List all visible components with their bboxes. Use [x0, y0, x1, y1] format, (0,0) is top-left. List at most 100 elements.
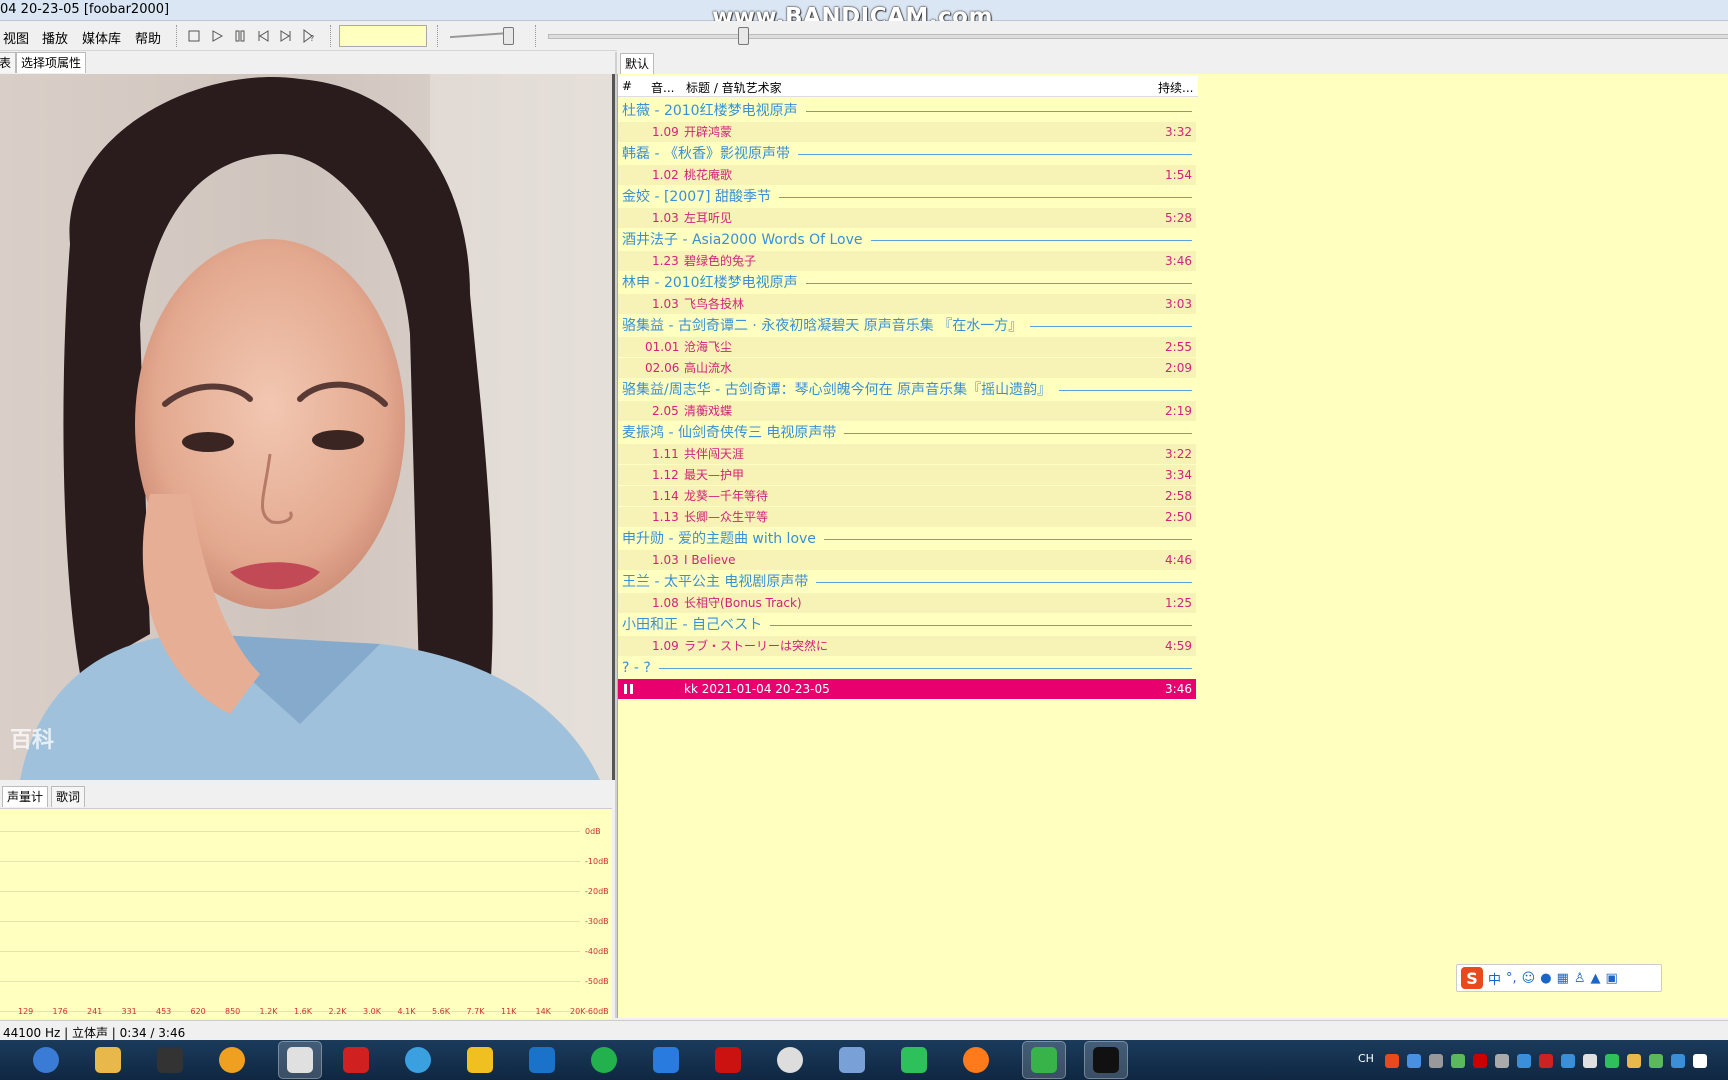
playlist-group-header[interactable]: 小田和正 - 自己ベスト: [618, 614, 1196, 636]
playlist-group-header[interactable]: 骆集益/周志华 - 古剑奇谭：琴心剑魄今何在 原声音乐集『摇山遗韵』: [618, 379, 1196, 401]
ime-mode-toggle[interactable]: 中: [1488, 969, 1501, 988]
playlist-row[interactable]: 1.03 左耳听见 5:28: [618, 208, 1196, 228]
menu-view[interactable]: 视图: [3, 28, 29, 47]
tray-icon[interactable]: [1495, 1054, 1509, 1068]
playlist-row[interactable]: 1.09 开辟鸿蒙 3:32: [618, 122, 1196, 142]
emoji-icon[interactable]: ☺: [1522, 971, 1536, 986]
grid-icon[interactable]: ▣: [1606, 971, 1618, 986]
playlist-row[interactable]: 1.02 桃花庵歌 1:54: [618, 165, 1196, 185]
playlist-group-header[interactable]: ? - ?: [618, 657, 1196, 679]
playlist-group-header[interactable]: 林申 - 2010红楼梦电视原声: [618, 272, 1196, 294]
playlist-row[interactable]: 01.01 沧海飞尘 2:55: [618, 337, 1196, 357]
tray-icon[interactable]: [1407, 1054, 1421, 1068]
iqiyi-icon[interactable]: [588, 1044, 620, 1076]
tray-icon[interactable]: [1583, 1054, 1597, 1068]
playlist-group-header[interactable]: 王兰 - 太平公主 电视剧原声带: [618, 571, 1196, 593]
playlist-group-header[interactable]: 杜薇 - 2010红楼梦电视原声: [618, 100, 1196, 122]
playlist-group-header[interactable]: 申升勋 - 爱的主题曲 with love: [618, 528, 1196, 550]
360-browser-icon[interactable]: [1022, 1041, 1066, 1079]
bandicam-record-icon[interactable]: [1084, 1041, 1128, 1079]
playlist-row[interactable]: 1.03 飞鸟各投林 3:03: [618, 294, 1196, 314]
tray-icon[interactable]: [1429, 1054, 1443, 1068]
tab-vu-meter[interactable]: 声量计: [2, 786, 49, 807]
playlist-row-now-playing[interactable]: kk 2021-01-04 20-23-05 3:46: [618, 679, 1196, 699]
next-button[interactable]: [277, 27, 295, 45]
microphone-icon[interactable]: ●: [1540, 971, 1551, 986]
sogou-ime-icon[interactable]: S: [1461, 967, 1483, 989]
tray-language[interactable]: CH: [1358, 1052, 1374, 1065]
player-icon[interactable]: [464, 1044, 496, 1076]
playlist-group-header[interactable]: 金姣 - [2007] 甜酸季节: [618, 186, 1196, 208]
feather-icon[interactable]: [836, 1044, 868, 1076]
tab-list[interactable]: 表: [0, 52, 17, 73]
playlist-row[interactable]: 1.03 I Believe 4:46: [618, 550, 1196, 570]
tray-icon[interactable]: [1671, 1054, 1685, 1068]
play-button[interactable]: [208, 27, 226, 45]
play-store-icon[interactable]: [898, 1044, 930, 1076]
skin-icon[interactable]: ▲: [1591, 971, 1601, 986]
menu-playback[interactable]: 播放: [42, 28, 68, 47]
previous-button[interactable]: [254, 27, 272, 45]
ime-punct-toggle[interactable]: °,: [1506, 971, 1517, 986]
track-duration: 1:54: [1165, 168, 1192, 182]
playlist-row[interactable]: 1.11 共伴闯天涯 3:22: [618, 444, 1196, 464]
playlist-group-header[interactable]: 韩磊 - 《秋香》影视原声带: [618, 143, 1196, 165]
alien-app-icon[interactable]: [278, 1041, 322, 1079]
flash-icon[interactable]: [712, 1044, 744, 1076]
tray-icon[interactable]: [1627, 1054, 1641, 1068]
column-header-title-artist[interactable]: 标题 / 音轨艺术家: [686, 79, 782, 96]
playlist-row[interactable]: 1.23 碧绿色的兔子 3:46: [618, 251, 1196, 271]
random-button[interactable]: ?: [300, 27, 318, 45]
keyboard-icon[interactable]: ▦: [1557, 971, 1569, 986]
tray-icon[interactable]: [1605, 1054, 1619, 1068]
tray-icon[interactable]: [1451, 1054, 1465, 1068]
frequency-label: 850: [225, 1007, 241, 1016]
stop-button[interactable]: [185, 27, 203, 45]
headphones-icon[interactable]: [216, 1044, 248, 1076]
playlist-group-header[interactable]: 骆集益 - 古剑奇谭二 · 永夜初晗凝碧天 原声音乐集 『在水一方』: [618, 315, 1196, 337]
media-player-321-icon[interactable]: [154, 1044, 186, 1076]
menu-help[interactable]: 帮助: [135, 28, 161, 47]
tray-icon[interactable]: [1517, 1054, 1531, 1068]
tray-icon[interactable]: [1385, 1054, 1399, 1068]
firefox-icon[interactable]: [960, 1044, 992, 1076]
tray-icon[interactable]: [1473, 1054, 1487, 1068]
user-icon[interactable]: ♙: [1574, 971, 1586, 986]
app-1-icon[interactable]: [526, 1044, 558, 1076]
playlist-view[interactable]: # 音... 标题 / 音轨艺术家 持续... 杜薇 - 2010红楼梦电视原声…: [617, 74, 1728, 1018]
volume-slider-thumb[interactable]: [503, 27, 514, 45]
track-number: 02.06: [645, 361, 680, 375]
chrome-icon[interactable]: [774, 1044, 806, 1076]
search-input[interactable]: [339, 25, 427, 47]
playlist-group-header[interactable]: 麦振鸿 - 仙剑奇侠传三 电视原声带: [618, 422, 1196, 444]
random-icon: ?: [303, 29, 314, 43]
netease-music-icon[interactable]: [340, 1044, 372, 1076]
browser-icon[interactable]: [402, 1044, 434, 1076]
file-explorer-icon[interactable]: [92, 1044, 124, 1076]
tab-selection-properties[interactable]: 选择项属性: [16, 52, 87, 73]
seek-bar-thumb[interactable]: [738, 27, 749, 45]
column-header-index[interactable]: #: [622, 79, 632, 93]
menu-library[interactable]: 媒体库: [82, 28, 121, 47]
playlist-row[interactable]: 2.05 清蘅戏蝶 2:19: [618, 401, 1196, 421]
tray-icon[interactable]: [1693, 1054, 1707, 1068]
tray-icon[interactable]: [1561, 1054, 1575, 1068]
ime-toolbar[interactable]: S 中 °, ☺ ● ▦ ♙ ▲ ▣: [1456, 964, 1662, 992]
search-icon[interactable]: [30, 1044, 62, 1076]
playlist-group-header[interactable]: 酒井法子 - Asia2000 Words Of Love: [618, 229, 1196, 251]
playlist-row[interactable]: 1.12 最天—护甲 3:34: [618, 465, 1196, 485]
youku-icon[interactable]: [650, 1044, 682, 1076]
playlist-row[interactable]: 1.13 长卿—众生平等 2:50: [618, 507, 1196, 527]
playlist-row[interactable]: 1.09 ラブ・ストーリーは突然に 4:59: [618, 636, 1196, 656]
tray-icon[interactable]: [1539, 1054, 1553, 1068]
column-header-track-no[interactable]: 音...: [651, 79, 674, 96]
playlist-row[interactable]: 02.06 高山流水 2:09: [618, 358, 1196, 378]
pause-button[interactable]: [231, 27, 249, 45]
column-header-duration[interactable]: 持续...: [1158, 79, 1193, 96]
seek-bar-track[interactable]: [548, 34, 1728, 39]
playlist-row[interactable]: 1.08 长相守(Bonus Track) 1:25: [618, 593, 1196, 613]
tab-default-playlist[interactable]: 默认: [620, 53, 655, 74]
playlist-row[interactable]: 1.14 龙葵—千年等待 2:58: [618, 486, 1196, 506]
tab-lyrics[interactable]: 歌词: [51, 786, 86, 807]
tray-icon[interactable]: [1649, 1054, 1663, 1068]
